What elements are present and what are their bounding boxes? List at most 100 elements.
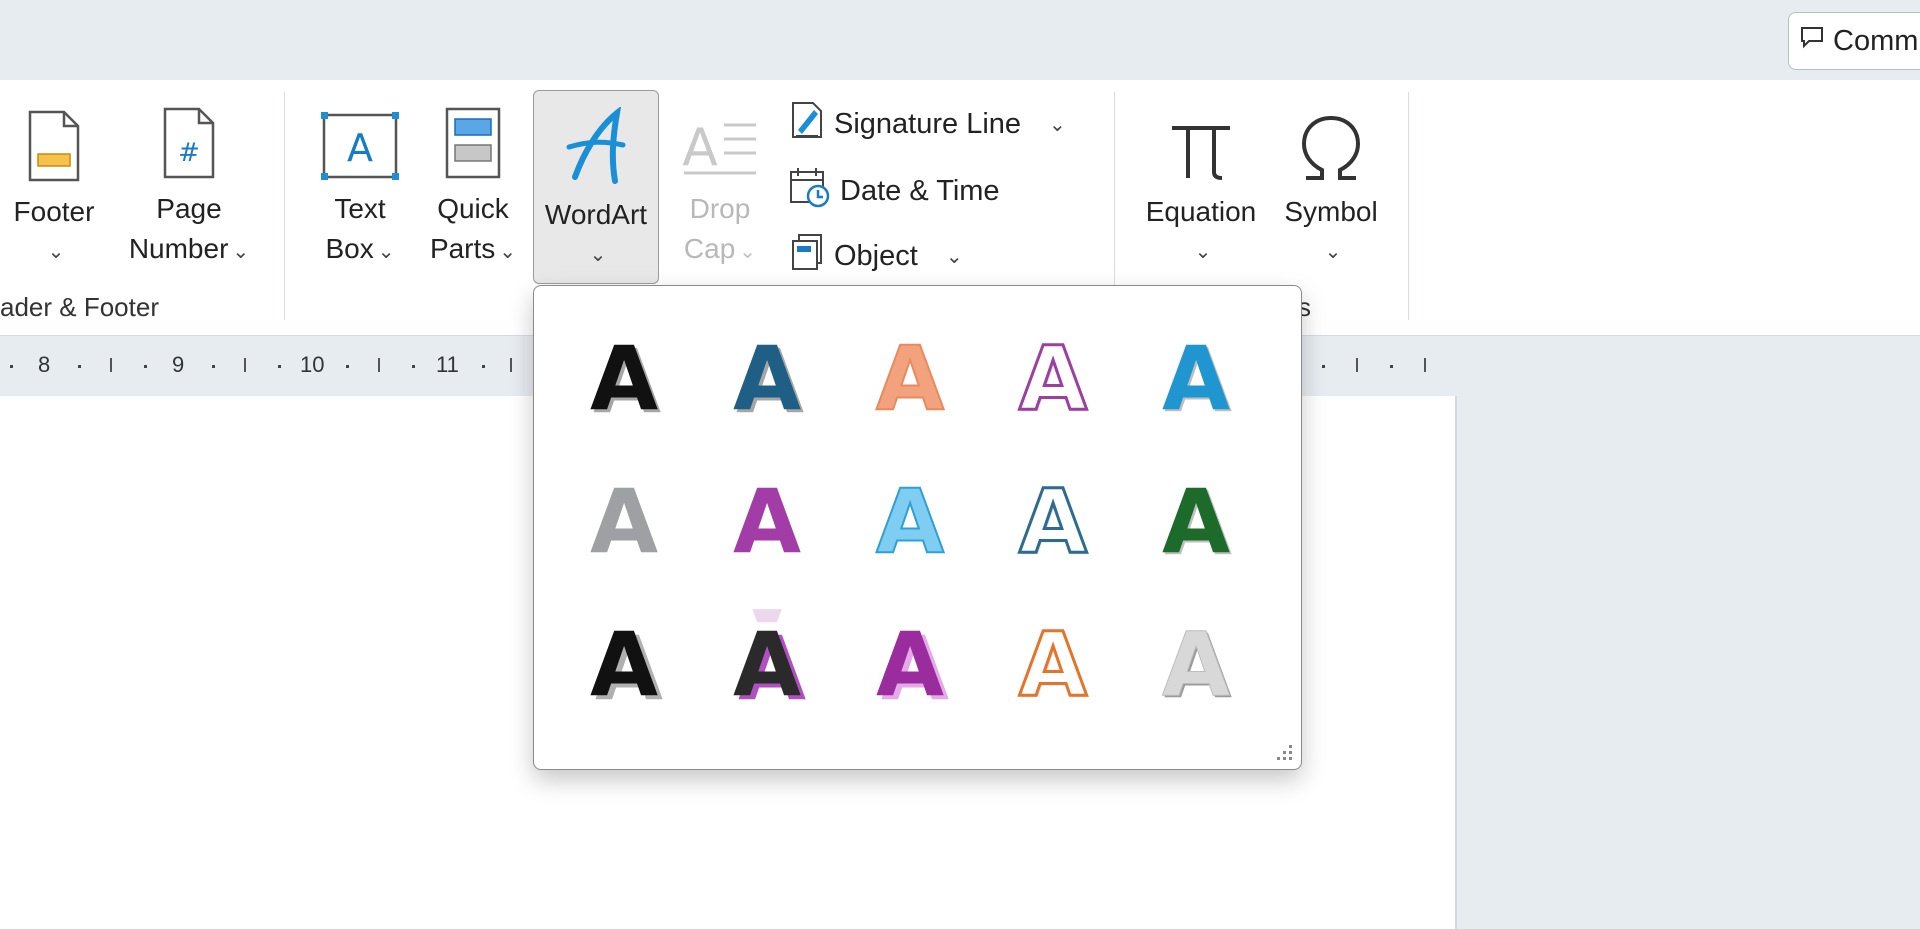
signature-line-label: Signature Line — [834, 107, 1022, 140]
wordart-style-fill-gray-accent[interactable]: A — [552, 447, 695, 590]
wordart-style-fill-light-blue[interactable]: A — [838, 447, 981, 590]
wordart-letter-a-icon: AA — [1017, 468, 1089, 575]
text-box-icon: A — [320, 96, 400, 181]
date-time-label: Date & Time — [840, 174, 1000, 207]
ruler-number: 10 — [300, 352, 325, 377]
wordart-letter-a-icon: AA — [1017, 611, 1089, 718]
page-number-label-line1: Page — [156, 193, 222, 224]
calendar-clock-icon — [788, 166, 830, 216]
wordart-letter-a-icon: A — [874, 326, 944, 431]
wordart-style-fill-white-outline-orange[interactable]: AA — [981, 590, 1124, 733]
footer-icon — [26, 96, 82, 184]
comments-button[interactable]: Comm — [1788, 12, 1920, 70]
svg-text:A: A — [875, 470, 943, 573]
equation-button[interactable]: Equation ⌄ — [1136, 96, 1266, 272]
signature-line-icon — [790, 100, 824, 148]
wordart-letter-a-icon: AA — [1161, 612, 1232, 718]
ruler-number: 8 — [38, 352, 51, 377]
wordart-letter-a-icon: AA — [589, 327, 660, 433]
page-number-button[interactable]: # Page Number ⌄ — [114, 96, 264, 272]
quick-parts-button[interactable]: Quick Parts ⌄ — [418, 96, 528, 272]
resize-grip-icon[interactable] — [1277, 745, 1293, 761]
date-time-button[interactable]: Date & Time — [788, 166, 1000, 216]
chevron-down-icon: ⌄ — [1049, 113, 1066, 136]
text-box-label-line2: Box ⌄ — [325, 233, 395, 264]
wordart-letter-a-icon: AA — [1017, 325, 1089, 432]
quick-parts-icon — [443, 96, 503, 181]
title-strip — [0, 0, 1920, 80]
document-canvas-background — [1457, 396, 1920, 929]
ruler-number: 9 — [172, 352, 185, 377]
group-separator — [1408, 92, 1409, 320]
chevron-down-icon: ⌄ — [1194, 241, 1212, 263]
drop-cap-label-line1: Drop — [689, 193, 751, 224]
wordart-letter-a-icon: AA — [732, 470, 800, 574]
wordart-letter-a-icon: A — [589, 470, 657, 573]
wordart-style-fill-purple-offset[interactable]: AA — [838, 590, 981, 733]
group-separator — [284, 92, 285, 320]
symbol-button[interactable]: Symbol ⌄ — [1276, 96, 1386, 272]
ruler-number: 11 — [436, 352, 459, 377]
svg-text:A: A — [875, 327, 943, 430]
equation-label: Equation — [1145, 196, 1257, 227]
object-button[interactable]: Object ⌄ — [790, 232, 963, 280]
wordart-style-fill-orange-accent2-outline[interactable]: A — [838, 304, 981, 447]
word-window: Comm Footer ⌄ # Page Number ⌄ ader & Foot… — [0, 0, 1920, 929]
page-number-icon: # — [161, 96, 217, 181]
drop-cap-icon: A — [680, 96, 760, 181]
wordart-letter-a-icon: AA — [732, 613, 805, 720]
wordart-gallery: AAAAAAAAAAAAAAAAAAAAAAAAAAA — [533, 285, 1302, 770]
svg-text:A: A — [1018, 470, 1086, 573]
wordart-letter-a-icon: AA — [875, 613, 948, 720]
chevron-down-icon: ⌄ — [47, 241, 65, 263]
wordart-letter-a-icon: AA — [589, 613, 662, 720]
quick-parts-label-line1: Quick — [437, 193, 509, 224]
wordart-style-fill-blue-gradient[interactable]: AA — [1124, 304, 1267, 447]
footer-button[interactable]: Footer ⌄ — [6, 96, 102, 272]
wordart-style-fill-blue-accent1-shadow[interactable]: AA — [695, 304, 838, 447]
quick-parts-label-line2: Parts ⌄ — [429, 233, 517, 264]
comment-icon — [1799, 24, 1825, 58]
svg-text:A: A — [589, 613, 657, 716]
svg-text:A: A — [347, 126, 373, 170]
wordart-icon — [561, 97, 631, 187]
svg-text:A: A — [875, 613, 943, 716]
footer-label: Footer — [13, 196, 95, 227]
wordart-letter-a-icon: A — [874, 469, 944, 574]
svg-text:A: A — [589, 470, 657, 573]
wordart-style-fill-white-outline-blue[interactable]: AA — [981, 447, 1124, 590]
svg-text:A: A — [1161, 613, 1229, 716]
drop-cap-button[interactable]: A Drop Cap ⌄ — [672, 96, 768, 272]
pi-icon — [1166, 96, 1236, 184]
wordart-style-grid: AAAAAAAAAAAAAAAAAAAAAAAAAAA — [552, 304, 1267, 733]
svg-text:A: A — [1018, 327, 1086, 430]
wordart-label: WordArt — [544, 199, 648, 230]
svg-text:A: A — [1018, 613, 1086, 716]
svg-text:#: # — [178, 138, 200, 168]
text-box-button[interactable]: A Text Box ⌄ — [312, 96, 408, 272]
object-icon — [790, 232, 824, 280]
svg-text:A: A — [1161, 327, 1229, 430]
object-label: Object — [834, 239, 918, 272]
chevron-down-icon: ⌄ — [1324, 241, 1342, 263]
wordart-style-fill-silver-gradient[interactable]: AA — [1124, 590, 1267, 733]
svg-text:A: A — [682, 118, 718, 178]
wordart-style-fill-black-shadow-offset[interactable]: AA — [552, 590, 695, 733]
wordart-style-fill-purple-reflection[interactable]: AA — [695, 447, 838, 590]
chevron-down-icon: ⌄ — [589, 244, 607, 266]
svg-text:A: A — [732, 470, 800, 573]
wordart-style-fill-green-bevel[interactable]: AA — [1124, 447, 1267, 590]
chevron-down-icon: ⌄ — [945, 245, 963, 268]
wordart-button[interactable]: WordArt ⌄ — [533, 90, 659, 284]
wordart-letter-a-icon: AA — [1161, 327, 1231, 432]
svg-text:A: A — [1161, 470, 1229, 573]
svg-text:A: A — [732, 613, 800, 716]
signature-line-button[interactable]: Signature Line ⌄ — [790, 100, 1066, 148]
group-label-header-footer: ader & Footer — [0, 292, 159, 322]
wordart-style-fill-white-outline-purple[interactable]: AA — [981, 304, 1124, 447]
wordart-letter-a-icon: AA — [1161, 470, 1231, 575]
omega-icon — [1296, 96, 1366, 184]
wordart-style-fill-black-purple-offset[interactable]: AA — [695, 590, 838, 733]
svg-text:A: A — [732, 327, 800, 430]
wordart-style-fill-black-shadow[interactable]: AA — [552, 304, 695, 447]
